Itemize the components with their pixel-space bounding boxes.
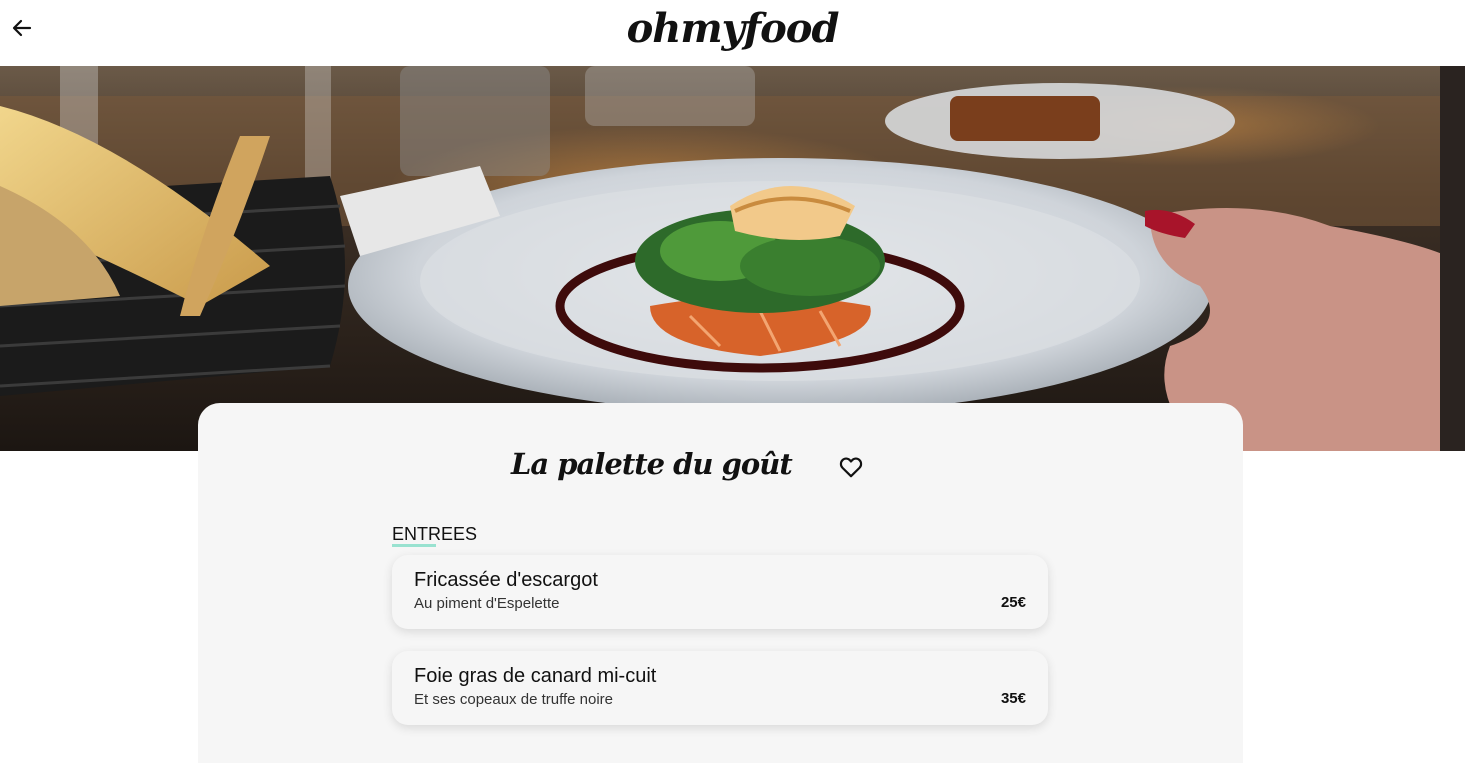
heart-outline-icon <box>839 457 863 478</box>
dish-card[interactable]: Foie gras de canard mi-cuit Et ses copea… <box>392 651 1048 725</box>
dish-price: 35€ <box>1000 690 1026 707</box>
favorite-button[interactable] <box>838 454 864 480</box>
site-logo[interactable]: ohmyfood <box>0 2 1465 56</box>
dish-price: 25€ <box>1000 594 1026 611</box>
top-header: ohmyfood <box>0 0 1465 66</box>
section-title-entrees: ENTREES <box>392 524 478 544</box>
section-underline <box>392 544 436 547</box>
restaurant-title: La palette du goût <box>511 447 793 481</box>
dish-name: Fricassée d'escargot <box>414 569 598 591</box>
dish-description: Au piment d'Espelette <box>414 595 560 612</box>
dish-name: Foie gras de canard mi-cuit <box>414 665 657 687</box>
menu-panel: La palette du goût ENTREES Fricassée d'e… <box>198 403 1243 763</box>
dish-card[interactable]: Fricassée d'escargot Au piment d'Espelet… <box>392 555 1048 629</box>
hero-image <box>0 66 1465 451</box>
dish-description: Et ses copeaux de truffe noire <box>414 691 614 708</box>
